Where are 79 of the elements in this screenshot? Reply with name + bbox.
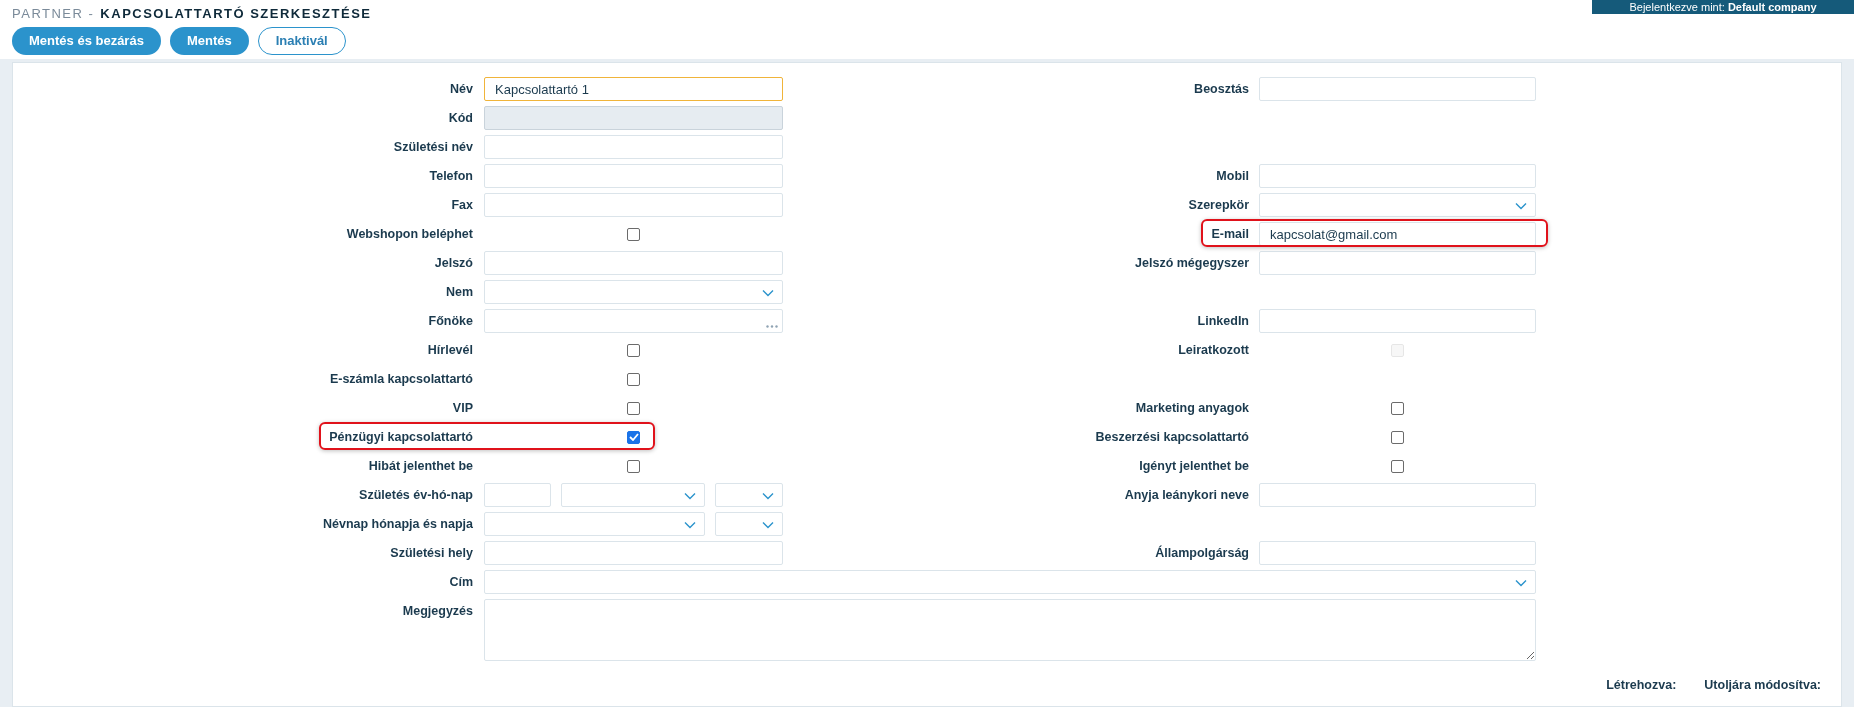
field-label: Megjegyzés bbox=[402, 602, 473, 620]
field-label: Állampolgárság bbox=[1155, 544, 1249, 562]
field-label: Marketing anyagok bbox=[1135, 399, 1249, 417]
chevron-down-icon bbox=[762, 289, 774, 297]
field-label: LinkedIn bbox=[1197, 312, 1249, 330]
field-label: Beosztás bbox=[1194, 80, 1249, 98]
checkbox[interactable] bbox=[627, 430, 640, 444]
field-label: Főnöke bbox=[428, 312, 473, 330]
chevron-down-icon bbox=[1515, 202, 1527, 210]
input-field[interactable] bbox=[1259, 309, 1536, 333]
breadcrumb-text: PARTNER - bbox=[12, 6, 95, 22]
field-label: Születési hely bbox=[390, 544, 473, 562]
login-banner: Bejelentkezve mint: Default company bbox=[1592, 0, 1854, 14]
field-label: Leiratkozott bbox=[1178, 341, 1249, 359]
checkbox[interactable] bbox=[627, 227, 640, 241]
field-label: Jelszó mégegyszer bbox=[1135, 254, 1249, 272]
lookup-field[interactable] bbox=[484, 309, 783, 333]
input-field[interactable] bbox=[1259, 483, 1536, 507]
input-field[interactable] bbox=[1259, 251, 1536, 275]
field-label: Hibát jelenthet be bbox=[368, 457, 473, 475]
input-field[interactable] bbox=[484, 251, 783, 275]
field-label: Cím bbox=[449, 573, 473, 591]
save-button[interactable]: Mentés bbox=[169, 27, 249, 55]
field-label: Hírlevél bbox=[427, 341, 473, 359]
field-label: E-mail bbox=[1211, 225, 1249, 243]
field-label: Szerepkör bbox=[1188, 196, 1249, 214]
input-field[interactable] bbox=[484, 164, 783, 188]
more-icon bbox=[766, 325, 778, 328]
input-field[interactable] bbox=[1259, 541, 1536, 565]
field-label: Webshopon beléphet bbox=[346, 225, 473, 243]
checkbox[interactable] bbox=[627, 372, 640, 386]
chevron-down-icon bbox=[684, 492, 696, 500]
checkbox[interactable] bbox=[627, 343, 640, 357]
field-label: Születési név bbox=[393, 138, 473, 156]
checkbox[interactable] bbox=[1391, 401, 1404, 415]
dropdown-field[interactable] bbox=[484, 280, 783, 304]
field-label: Fax bbox=[451, 196, 473, 214]
input-field[interactable]: Kapcsolattartó 1 bbox=[484, 77, 783, 101]
dropdown-field[interactable] bbox=[484, 570, 1536, 594]
notes-field[interactable] bbox=[484, 599, 1536, 661]
input-field[interactable] bbox=[1259, 164, 1536, 188]
field-label: Telefon bbox=[429, 167, 473, 185]
field-label: Névnap hónapja és napja bbox=[322, 515, 473, 533]
dropdown-field[interactable] bbox=[715, 512, 783, 536]
checkbox[interactable] bbox=[1391, 459, 1404, 473]
chevron-down-icon bbox=[762, 521, 774, 529]
field-label: Nem bbox=[445, 283, 473, 301]
field-label: Anyja leánykori neve bbox=[1124, 486, 1249, 504]
field-label: Mobil bbox=[1216, 167, 1249, 185]
field-label: Születés év-hó-nap bbox=[359, 486, 473, 504]
inactivate-button[interactable]: Inaktivál bbox=[257, 27, 346, 55]
page-title: KAPCSOLATTARTÓ SZERKESZTÉSE bbox=[100, 6, 372, 22]
dropdown-field[interactable] bbox=[561, 483, 705, 507]
chevron-down-icon bbox=[684, 521, 696, 529]
field-label: VIP bbox=[452, 399, 473, 417]
input-field[interactable] bbox=[1259, 77, 1536, 101]
field-label: Jelszó bbox=[434, 254, 473, 272]
year-field[interactable] bbox=[484, 483, 551, 507]
input-field[interactable] bbox=[484, 135, 783, 159]
checkbox[interactable] bbox=[1391, 430, 1404, 444]
field-label: Beszerzési kapcsolattartó bbox=[1095, 428, 1249, 446]
chevron-down-icon bbox=[762, 492, 774, 500]
chevron-down-icon bbox=[1515, 579, 1527, 587]
field-label: Igényt jelenthet be bbox=[1139, 457, 1249, 475]
dropdown-field[interactable] bbox=[484, 512, 705, 536]
checkbox[interactable] bbox=[627, 459, 640, 473]
field-label: Név bbox=[450, 80, 473, 98]
footer-label: Utoljára módosítva: bbox=[1704, 677, 1821, 694]
save-button[interactable]: Mentés és bezárás bbox=[12, 27, 161, 55]
field-label: E-számla kapcsolattartó bbox=[329, 370, 473, 388]
field-label: Kód bbox=[448, 109, 473, 127]
checkbox[interactable] bbox=[627, 401, 640, 415]
dropdown-field[interactable] bbox=[1259, 193, 1536, 217]
footer-label: Létrehozva: bbox=[1606, 677, 1677, 694]
input-field[interactable] bbox=[484, 541, 783, 565]
input-field[interactable]: kapcsolat@gmail.com bbox=[1259, 222, 1536, 246]
input-field[interactable] bbox=[484, 193, 783, 217]
field-label: Pénzügyi kapcsolattartó bbox=[329, 428, 473, 446]
dropdown-field[interactable] bbox=[715, 483, 783, 507]
